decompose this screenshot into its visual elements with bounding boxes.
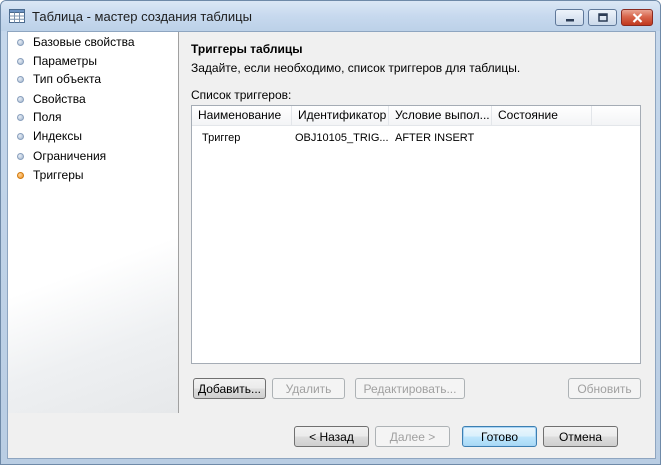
triggers-list[interactable]: Наименование Идентификатор Условие выпол… <box>191 105 641 364</box>
edit-trigger-button[interactable]: Редактировать... <box>355 378 465 399</box>
column-header-condition[interactable]: Условие выпол... <box>389 106 492 125</box>
close-button[interactable] <box>621 9 653 26</box>
add-trigger-button[interactable]: Добавить... <box>193 378 266 399</box>
step-bullet-icon <box>17 38 24 46</box>
wizard-page-content: Триггеры таблицы Задайте, если необходим… <box>179 32 655 413</box>
finish-button[interactable]: Готово <box>462 426 537 447</box>
column-header-name[interactable]: Наименование <box>192 106 292 125</box>
step-bullet-icon <box>17 75 24 83</box>
step-bullet-icon <box>17 152 24 160</box>
step-bullet-icon <box>17 95 24 103</box>
minimize-icon <box>565 18 574 21</box>
nav-step-label: Базовые свойства <box>33 35 135 49</box>
wizard-window: Таблица - мастер создания таблицы Базовы… <box>0 0 661 465</box>
cancel-button[interactable]: Отмена <box>543 426 618 447</box>
delete-trigger-button[interactable]: Удалить <box>272 378 345 399</box>
nav-step-base-properties[interactable]: Базовые свойства <box>17 33 135 51</box>
nav-step-triggers[interactable]: Триггеры <box>17 166 84 184</box>
wizard-steps-nav: Базовые свойства Параметры Тип объекта С… <box>8 32 179 413</box>
cell-state <box>492 130 592 146</box>
page-title: Триггеры таблицы <box>191 42 303 56</box>
nav-step-label: Ограничения <box>33 149 107 163</box>
wizard-footer: < Назад Далее > Готово Отмена <box>8 414 655 458</box>
step-bullet-icon <box>17 113 24 121</box>
page-description: Задайте, если необходимо, список триггер… <box>191 61 521 75</box>
next-button[interactable]: Далее > <box>375 426 450 447</box>
window-title: Таблица - мастер создания таблицы <box>32 9 252 24</box>
nav-step-label: Триггеры <box>33 168 84 182</box>
triggers-list-label: Список триггеров: <box>191 88 292 102</box>
close-icon <box>632 12 642 23</box>
wizard-client-area: Базовые свойства Параметры Тип объекта С… <box>7 31 656 459</box>
step-bullet-icon <box>17 132 24 140</box>
cell-condition: AFTER INSERT <box>395 132 475 144</box>
column-header-identifier[interactable]: Идентификатор <box>292 106 389 125</box>
nav-step-label: Свойства <box>33 92 86 106</box>
nav-step-parameters[interactable]: Параметры <box>17 52 97 70</box>
title-bar[interactable]: Таблица - мастер создания таблицы <box>1 1 660 31</box>
step-bullet-icon <box>17 57 24 65</box>
nav-step-fields[interactable]: Поля <box>17 108 62 126</box>
nav-step-label: Тип объекта <box>33 72 102 86</box>
maximize-button[interactable] <box>588 9 617 26</box>
nav-step-properties[interactable]: Свойства <box>17 90 86 108</box>
cell-identifier: OBJ10105_TRIG... <box>295 132 389 144</box>
nav-step-object-type[interactable]: Тип объекта <box>17 70 101 88</box>
column-header-state[interactable]: Состояние <box>492 106 592 125</box>
table-icon <box>9 9 25 23</box>
back-button[interactable]: < Назад <box>294 426 369 447</box>
list-header: Наименование Идентификатор Условие выпол… <box>192 106 640 126</box>
minimize-button[interactable] <box>555 9 584 26</box>
maximize-icon <box>597 13 608 22</box>
nav-step-constraints[interactable]: Ограничения <box>17 147 106 165</box>
refresh-button[interactable]: Обновить <box>568 378 641 399</box>
nav-step-label: Индексы <box>33 129 82 143</box>
nav-step-label: Параметры <box>33 54 97 68</box>
cell-name: Триггер <box>202 132 241 144</box>
nav-step-label: Поля <box>33 110 62 124</box>
nav-step-indexes[interactable]: Индексы <box>17 127 82 145</box>
active-step-bullet-icon <box>17 171 24 179</box>
